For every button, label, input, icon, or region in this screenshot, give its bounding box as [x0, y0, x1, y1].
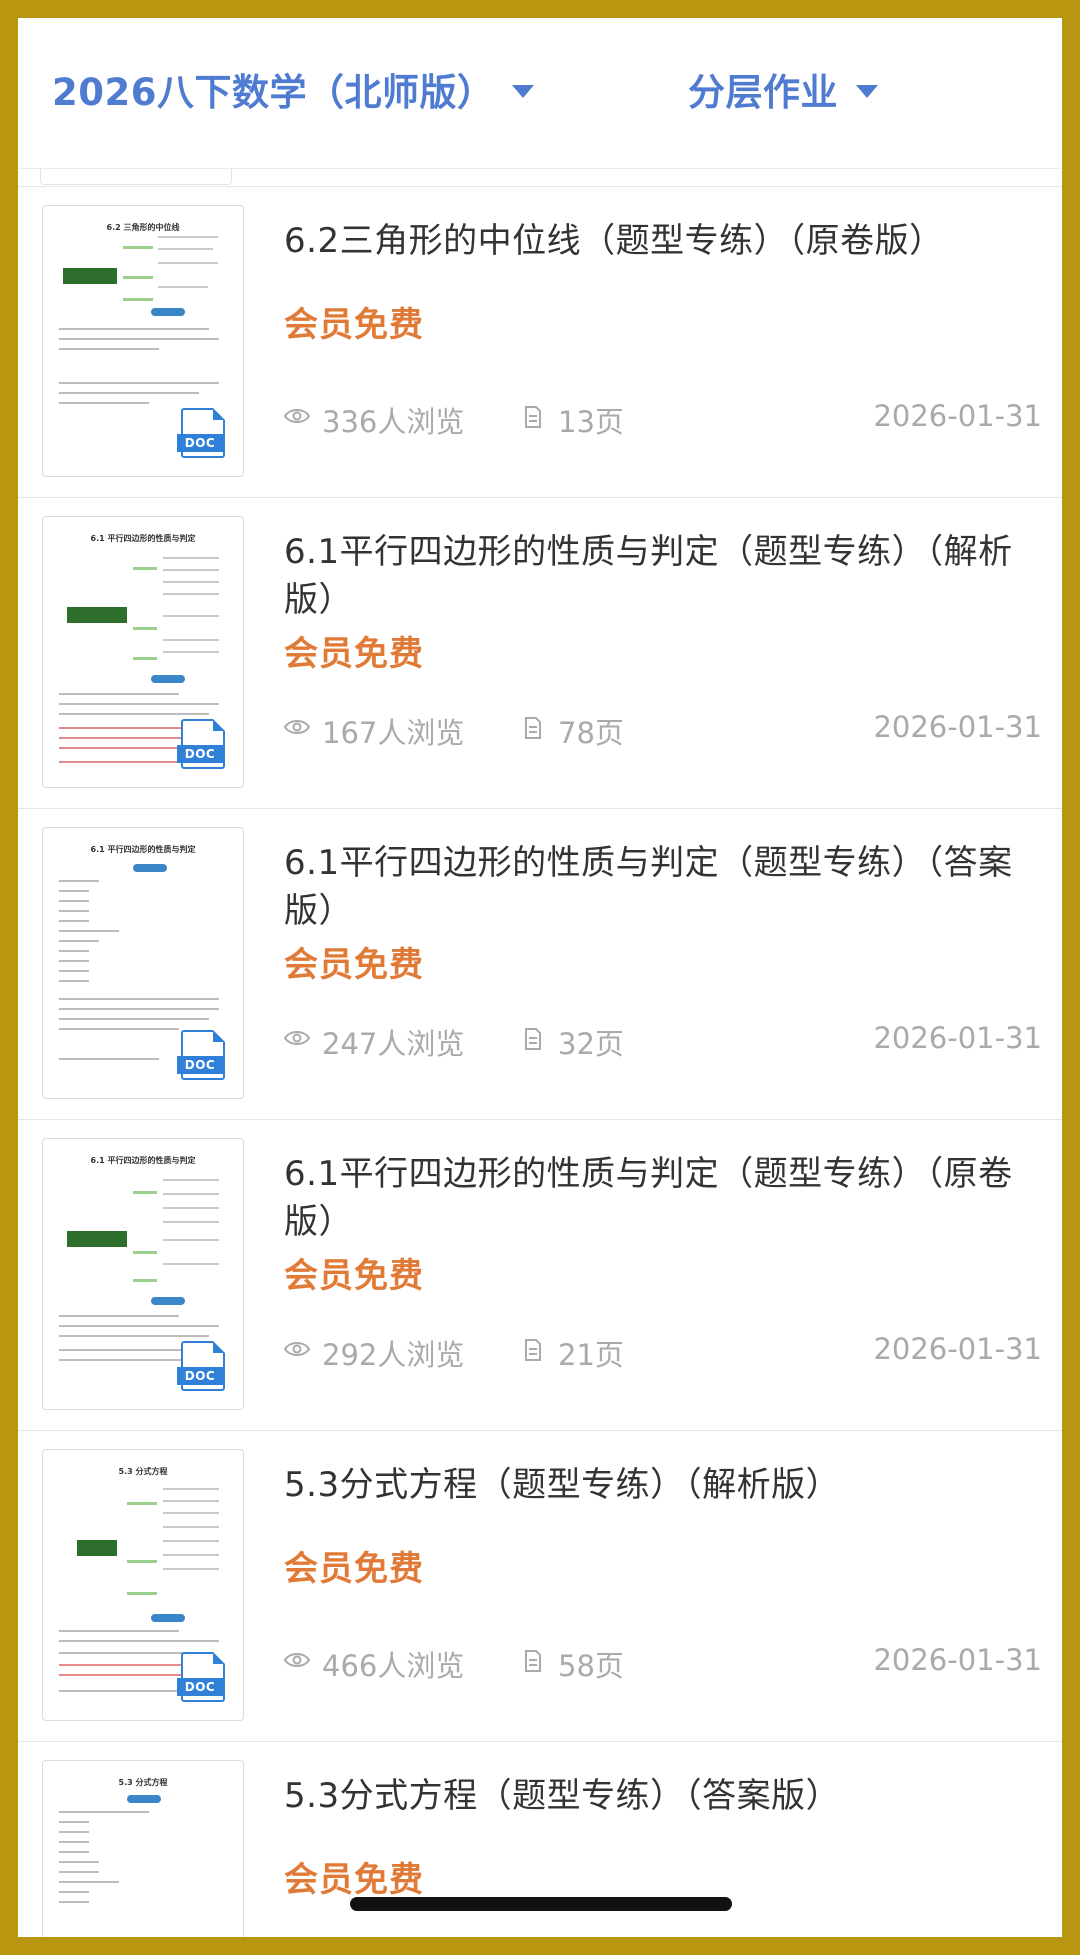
document-list: 6.2 三角形的中位线 DOC 6.2三角形的中位线（题型专练）（原卷版） 会员… — [18, 186, 1062, 1937]
document-icon — [525, 1339, 541, 1361]
category-select[interactable]: 分层作业 — [688, 62, 878, 116]
thumbnail-title: 6.1 平行四边形的性质与判定 — [90, 1156, 196, 1165]
price-label: 会员免费 — [284, 634, 424, 674]
price-label: 会员免费 — [284, 1860, 424, 1900]
document-meta: 247人浏览 32页 2026-01-31 — [284, 1021, 1042, 1061]
book-select[interactable]: 2026八下数学（北师版） — [52, 62, 535, 116]
page-count: 32页 — [558, 1027, 624, 1061]
category-select-label: 分层作业 — [688, 71, 838, 114]
document-title[interactable]: 6.2三角形的中位线（题型专练）（原卷版） — [284, 217, 1042, 265]
document-title[interactable]: 5.3分式方程（题型专练）（解析版） — [284, 1461, 1042, 1509]
eye-icon — [284, 720, 310, 734]
thumbnail-title: 6.2 三角形的中位线 — [106, 223, 180, 232]
doc-file-icon: DOC — [177, 1341, 225, 1391]
document-meta: 336人浏览 13页 2026-01-31 — [284, 399, 1042, 439]
file-type-label: DOC — [177, 1678, 223, 1696]
list-item[interactable]: 6.1 平行四边形的性质与判定 DOC 6.1平行四边形的性质与判定（题型专练）… — [18, 808, 1062, 1119]
document-meta: 466人浏览 58页 2026-01-31 — [284, 1643, 1042, 1683]
publish-date: 2026-01-31 — [873, 1021, 1042, 1055]
document-title[interactable]: 6.1平行四边形的性质与判定（题型专练）（原卷版） — [284, 1150, 1042, 1246]
thumbnail-title: 6.1 平行四边形的性质与判定 — [90, 845, 196, 854]
document-icon — [525, 1028, 541, 1050]
document-thumbnail: 6.2 三角形的中位线 DOC — [42, 205, 244, 477]
view-count: 167人浏览 — [322, 716, 465, 750]
view-count: 466人浏览 — [322, 1649, 465, 1683]
publish-date: 2026-01-31 — [873, 710, 1042, 744]
publish-date: 2026-01-31 — [873, 1332, 1042, 1366]
list-item[interactable]: 6.1 平行四边形的性质与判定 DOC 6.1平行四边形的性质与判定（题型专练）… — [18, 497, 1062, 808]
document-thumbnail: 6.1 平行四边形的性质与判定 DOC — [42, 827, 244, 1099]
price-label: 会员免费 — [284, 305, 424, 345]
eye-icon — [284, 1031, 310, 1045]
list-item[interactable]: 6.1 平行四边形的性质与判定 DOC 6.1平行四边形的性质与判定（题型专练）… — [18, 1119, 1062, 1430]
publish-date: 2026-01-31 — [873, 399, 1042, 433]
list-item[interactable]: 5.3 分式方程 DOC 5.3分式方程（题型专练）（解析版） 会员免费 466… — [18, 1430, 1062, 1741]
doc-file-icon: DOC — [177, 1652, 225, 1702]
file-type-label: DOC — [177, 1367, 223, 1385]
filter-header: 2026八下数学（北师版） 分层作业 — [18, 18, 1062, 169]
file-type-label: DOC — [177, 434, 223, 452]
book-select-label: 2026八下数学（北师版） — [52, 71, 495, 114]
page-count: 21页 — [558, 1338, 624, 1372]
page-count: 78页 — [558, 716, 624, 750]
view-count: 247人浏览 — [322, 1027, 465, 1061]
view-count: 336人浏览 — [322, 405, 465, 439]
app-frame: 2026八下数学（北师版） 分层作业 6.2 三角形的中位线 DOC 6.2三角… — [18, 18, 1062, 1937]
thumbnail-title: 6.1 平行四边形的性质与判定 — [90, 534, 196, 543]
document-thumbnail: 6.1 平行四边形的性质与判定 DOC — [42, 1138, 244, 1410]
document-thumbnail: 5.3 分式方程 — [42, 1760, 244, 1937]
doc-file-icon: DOC — [177, 1030, 225, 1080]
home-indicator[interactable] — [350, 1897, 732, 1911]
document-title[interactable]: 6.1平行四边形的性质与判定（题型专练）（解析版） — [284, 528, 1042, 624]
doc-file-icon: DOC — [177, 408, 225, 458]
eye-icon — [284, 409, 310, 423]
document-title[interactable]: 5.3分式方程（题型专练）（答案版） — [284, 1772, 1042, 1820]
thumbnail-title: 5.3 分式方程 — [118, 1778, 168, 1787]
page-count: 58页 — [558, 1649, 624, 1683]
eye-icon — [284, 1342, 310, 1356]
file-type-label: DOC — [177, 1056, 223, 1074]
publish-date: 2026-01-31 — [873, 1643, 1042, 1677]
document-title[interactable]: 6.1平行四边形的性质与判定（题型专练）（答案版） — [284, 839, 1042, 935]
chevron-down-icon — [512, 84, 535, 98]
document-icon — [525, 717, 541, 739]
document-thumbnail: 6.1 平行四边形的性质与判定 DOC — [42, 516, 244, 788]
view-count: 292人浏览 — [322, 1338, 465, 1372]
price-label: 会员免费 — [284, 1256, 424, 1296]
previous-item-thumbnail-edge — [40, 168, 232, 185]
chevron-down-icon — [856, 84, 878, 98]
list-item[interactable]: 6.2 三角形的中位线 DOC 6.2三角形的中位线（题型专练）（原卷版） 会员… — [18, 186, 1062, 497]
file-type-label: DOC — [177, 745, 223, 763]
document-meta: 292人浏览 21页 2026-01-31 — [284, 1332, 1042, 1372]
document-icon — [525, 1650, 541, 1672]
page-count: 13页 — [558, 405, 624, 439]
price-label: 会员免费 — [284, 945, 424, 985]
eye-icon — [284, 1653, 310, 1667]
document-thumbnail: 5.3 分式方程 — [42, 1449, 244, 1721]
thumbnail-title: 5.3 分式方程 — [118, 1467, 168, 1476]
document-meta: 167人浏览 78页 2026-01-31 — [284, 710, 1042, 750]
price-label: 会员免费 — [284, 1549, 424, 1589]
document-icon — [525, 406, 541, 428]
doc-file-icon: DOC — [177, 719, 225, 769]
